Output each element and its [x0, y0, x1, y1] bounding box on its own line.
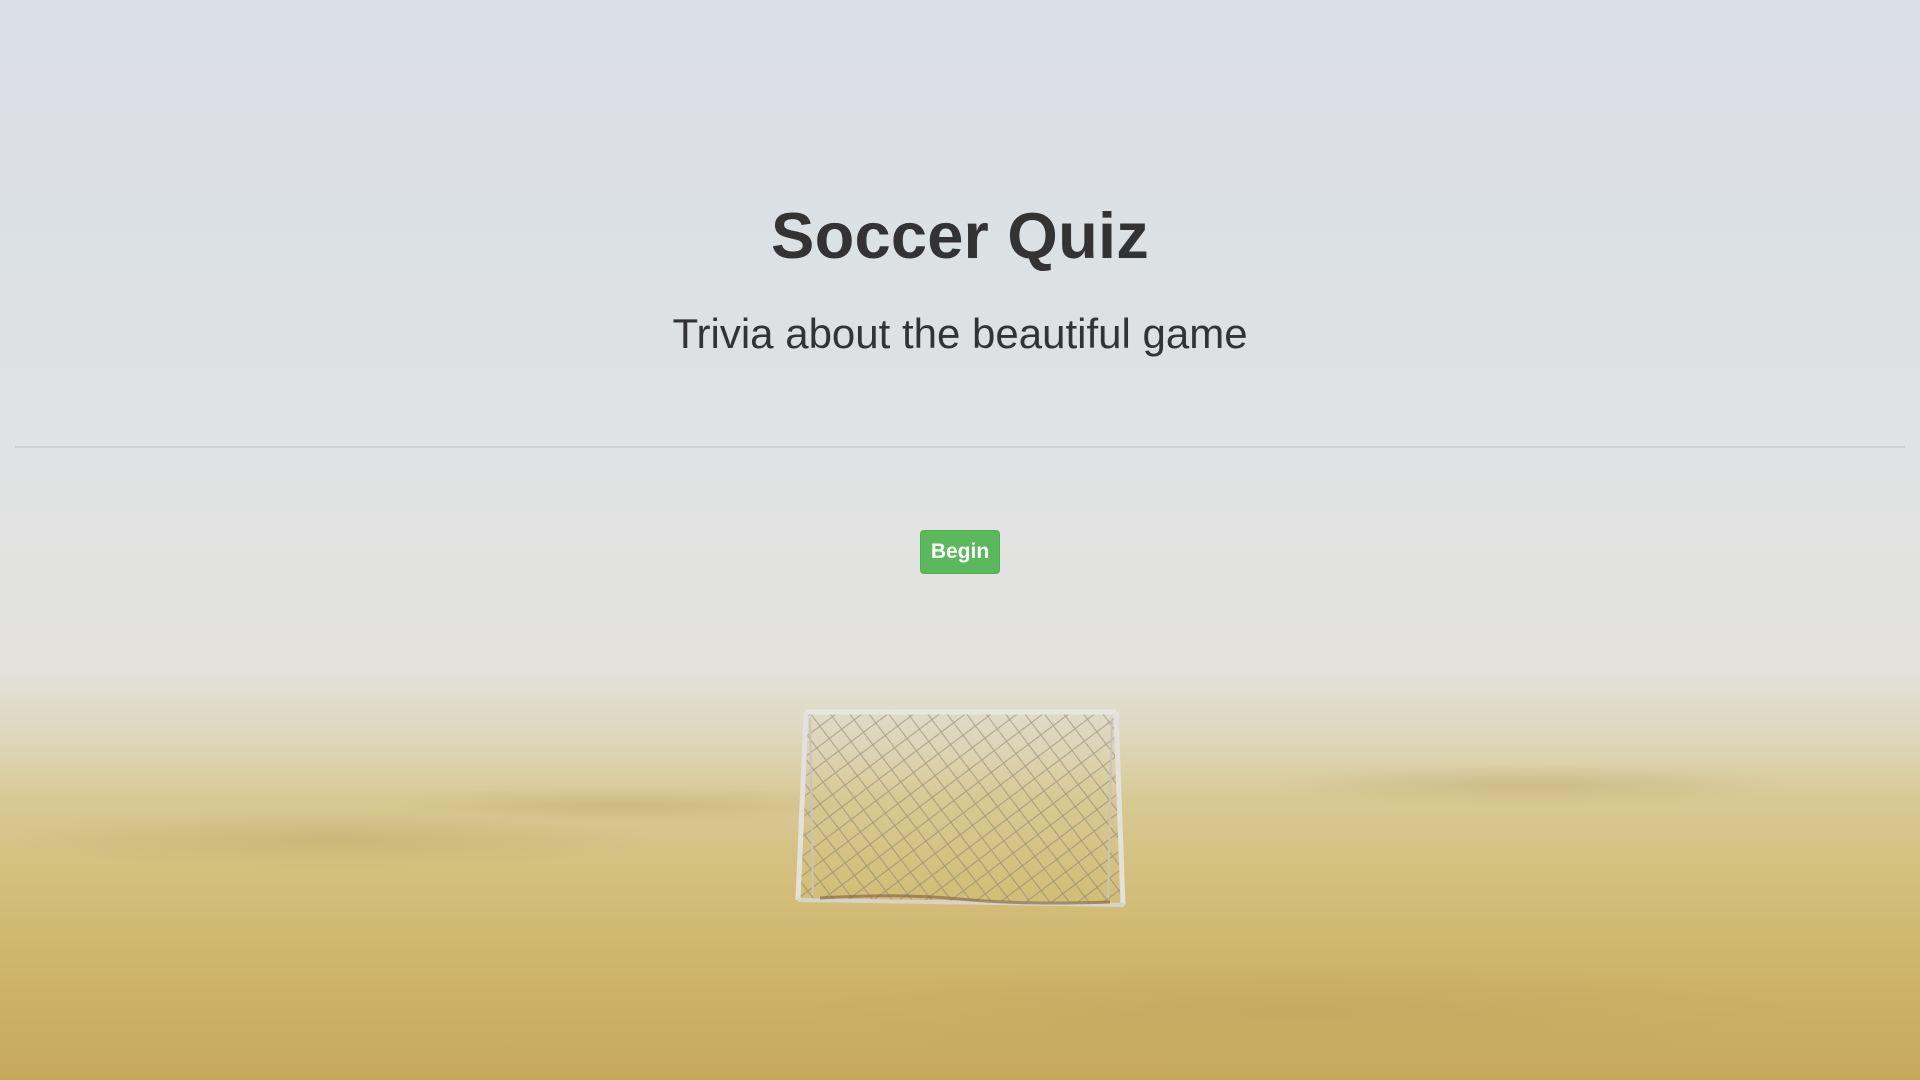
field-patch: [380, 787, 860, 823]
page-title: Soccer Quiz: [771, 199, 1149, 272]
header-divider: [15, 446, 1905, 448]
field-patch: [800, 960, 1800, 1060]
soccer-goal-icon: [795, 709, 1126, 907]
field-patch: [1270, 763, 1790, 807]
begin-button[interactable]: Begin: [920, 530, 1000, 574]
page-subtitle: Trivia about the beautiful game: [672, 310, 1248, 357]
